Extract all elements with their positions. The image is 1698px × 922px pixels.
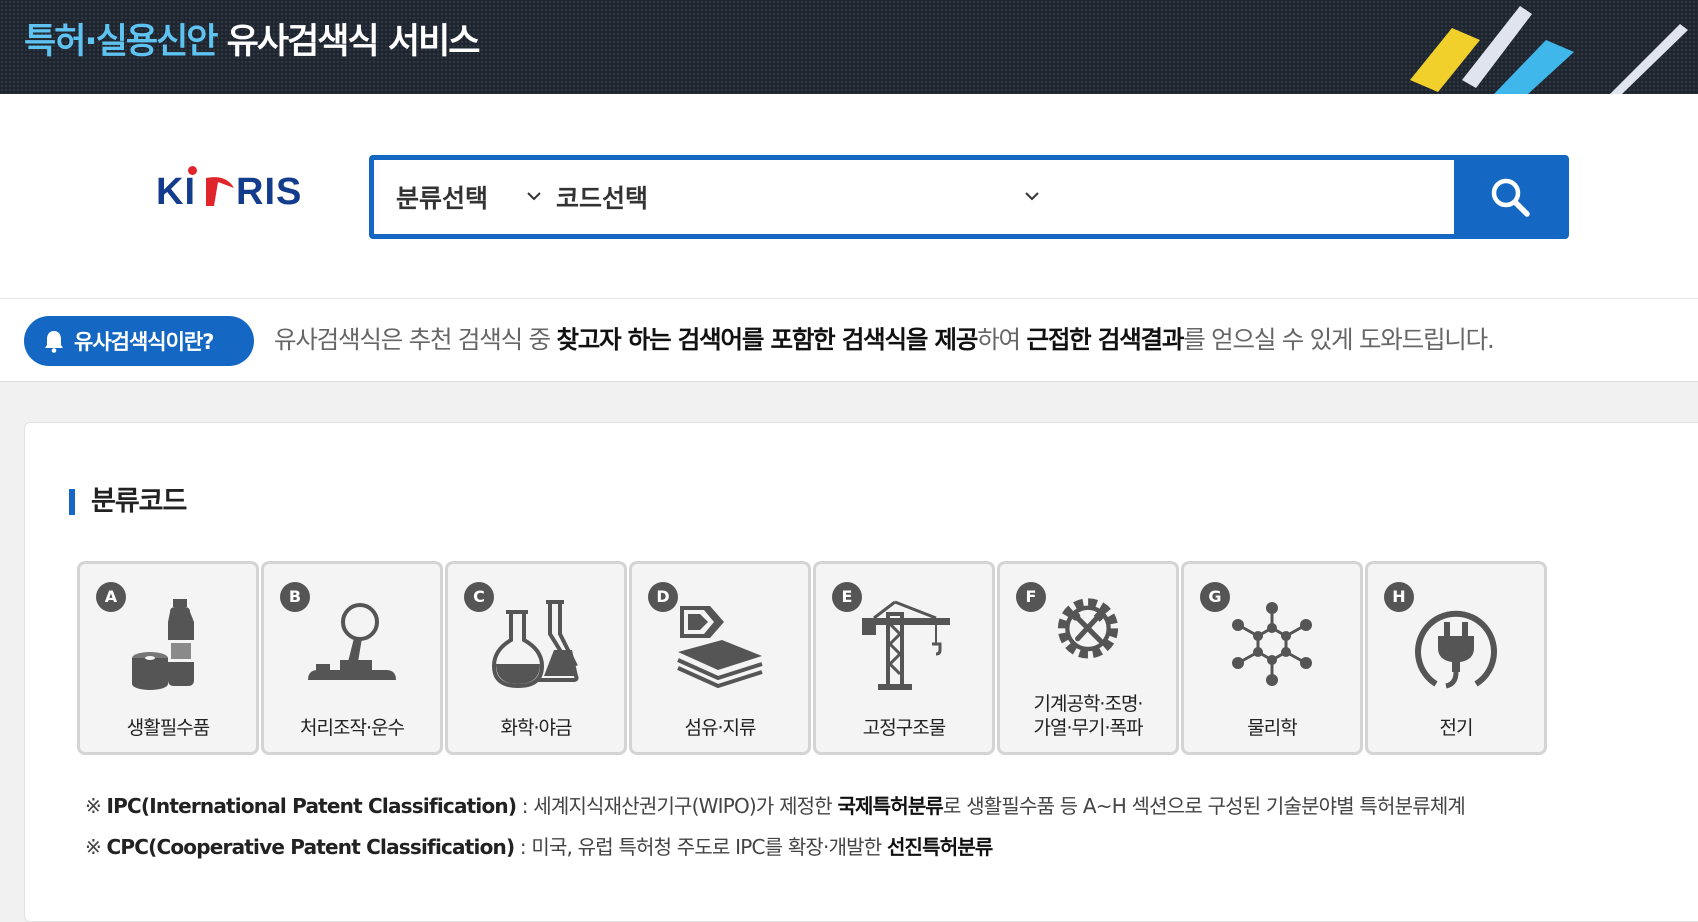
- category-label: 물리학: [1247, 717, 1297, 739]
- class-select-label: 분류선택: [396, 184, 489, 213]
- category-tile-a[interactable]: A 생활필수품: [77, 561, 259, 755]
- category-tiles: A 생활필수품 B 처리조작·운수 C 화학·야금 D 섬유·지류 E 고정구조…: [77, 561, 1677, 757]
- category-tile-d[interactable]: D 섬유·지류: [629, 561, 811, 755]
- search-icon: [1491, 178, 1530, 217]
- note-text: 로 생활필수품 등 A~H 섹션으로 구성된 기술분야별 특허분류체계: [943, 794, 1466, 818]
- cpc-note: ※ CPC(Cooperative Patent Classification)…: [85, 832, 1585, 873]
- category-label: 기계공학·조명·: [1033, 693, 1144, 715]
- banner-stripes-decoration: [1410, 6, 1688, 94]
- info-text-part: 를 얻으실 수 있게 도와드립니다.: [1183, 325, 1495, 354]
- category-tile-c[interactable]: C 화학·야금: [445, 561, 627, 755]
- molecule-icon: [1232, 602, 1312, 686]
- what-is-similar-search-button[interactable]: 유사검색식이란?: [24, 316, 254, 366]
- category-label: 섬유·지류: [684, 717, 757, 739]
- svg-text:RIS: RIS: [236, 171, 302, 210]
- note-mark: ※: [85, 835, 107, 859]
- info-description: 유사검색식은 추천 검색식 중 찾고자 하는 검색어를 포함한 검색식을 제공하…: [274, 324, 1495, 356]
- note-key: IPC(International Patent Classification): [106, 794, 517, 818]
- category-label: 고정구조물: [862, 717, 946, 739]
- flask-icon: [491, 600, 579, 689]
- category-tile-e[interactable]: E 고정구조물: [813, 561, 995, 755]
- svg-text:KI: KI: [156, 171, 196, 210]
- note-bold: 국제특허분류: [837, 794, 944, 818]
- code-select-label: 코드선택: [556, 184, 649, 213]
- code-select-dropdown[interactable]: 코드선택: [556, 160, 1039, 234]
- bottle-icon: [132, 599, 194, 690]
- classification-notes: ※ IPC(International Patent Classificatio…: [85, 791, 1585, 873]
- service-title: 특허·실용신안 유사검색식 서비스: [24, 20, 481, 64]
- category-label: 가열·무기·폭파: [1033, 717, 1144, 739]
- category-label: 처리조작·운수: [300, 717, 405, 739]
- top-banner: 특허·실용신안 유사검색식 서비스: [0, 0, 1698, 94]
- search-button[interactable]: [1454, 159, 1565, 235]
- category-tile-b[interactable]: B 처리조작·운수: [261, 561, 443, 755]
- gear-tools-icon: [1057, 598, 1119, 659]
- category-label: 생활필수품: [126, 717, 210, 739]
- info-text-part: 하여: [977, 325, 1027, 354]
- category-tile-g[interactable]: G 물리학: [1181, 561, 1363, 755]
- category-tile-f[interactable]: F 기계공학·조명· 가열·무기·폭파: [997, 561, 1179, 755]
- joystick-icon: [308, 603, 396, 680]
- info-text-bold: 찾고자 하는 검색어를 포함한 검색식을 제공: [556, 325, 978, 354]
- info-bar: 유사검색식이란? 유사검색식은 추천 검색식 중 찾고자 하는 검색어를 포함한…: [0, 299, 1698, 382]
- note-text: : 세계지식재산권기구(WIPO)가 제정한: [516, 794, 838, 818]
- kipris-logo: KI RIS: [156, 166, 302, 210]
- category-tile-h[interactable]: H 전기: [1365, 561, 1547, 755]
- info-text-bold: 근접한 검색결과: [1026, 325, 1185, 354]
- section-title: 분류코드: [69, 487, 187, 517]
- bell-icon: [45, 331, 63, 353]
- category-label: 전기: [1439, 717, 1474, 739]
- search-box: 분류선택 코드선택: [369, 155, 1569, 239]
- note-text: : 미국, 유럽 특허청 주도로 IPC를 확장·개발한: [514, 835, 887, 859]
- classification-card: 분류코드 A 생활필수품 B 처리조작·운수 C 화학·야금 D 섬유·지류 E…: [24, 422, 1698, 922]
- category-label: 화학·야금: [500, 717, 573, 739]
- service-title-rest: 유사검색식 서비스: [216, 22, 481, 62]
- ipc-note: ※ IPC(International Patent Classificatio…: [85, 791, 1585, 832]
- crane-icon: [862, 600, 950, 690]
- chevron-down-icon: [527, 192, 541, 201]
- search-input[interactable]: [869, 168, 1429, 226]
- info-text-part: 유사검색식은 추천 검색식 중: [274, 325, 557, 354]
- service-title-accent: 특허·실용신안: [24, 22, 218, 62]
- note-mark: ※: [85, 794, 107, 818]
- search-header: KI RIS 분류선택 코드선택: [0, 94, 1698, 299]
- class-select-dropdown[interactable]: 분류선택: [396, 160, 546, 234]
- what-is-button-label: 유사검색식이란?: [74, 330, 214, 354]
- note-bold: 선진특허분류: [886, 835, 993, 859]
- note-key: CPC(Cooperative Patent Classification): [106, 835, 516, 859]
- paper-stack-icon: [677, 606, 763, 689]
- plug-icon: [1415, 610, 1497, 689]
